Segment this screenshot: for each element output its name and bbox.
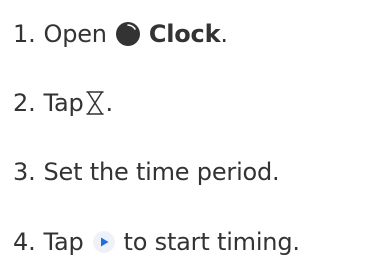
step-text-end: . [220,20,228,48]
step-number: 4. [13,228,36,256]
step-text: Open [43,20,108,48]
instruction-steps: 1. Open Clock . 2. Tap . 3. Set the time… [0,0,367,264]
step-4: 4. Tap to start timing. [13,222,300,262]
step-text-end: . [105,89,114,117]
step-text: Set the time period. [43,158,280,186]
step-number: 1. [13,20,36,48]
hourglass-timer-icon [84,90,106,116]
step-text: Tap [43,89,84,117]
step-number: 3. [13,158,36,186]
step-2: 2. Tap . [13,83,113,123]
step-number: 2. [13,89,36,117]
app-name: Clock [148,20,221,48]
start-play-icon [92,230,116,254]
step-text-end: to start timing. [123,228,300,256]
step-3: 3. Set the time period. [13,152,280,192]
step-1: 1. Open Clock . [13,14,228,54]
clock-app-icon [115,21,141,47]
step-text: Tap [43,228,84,256]
